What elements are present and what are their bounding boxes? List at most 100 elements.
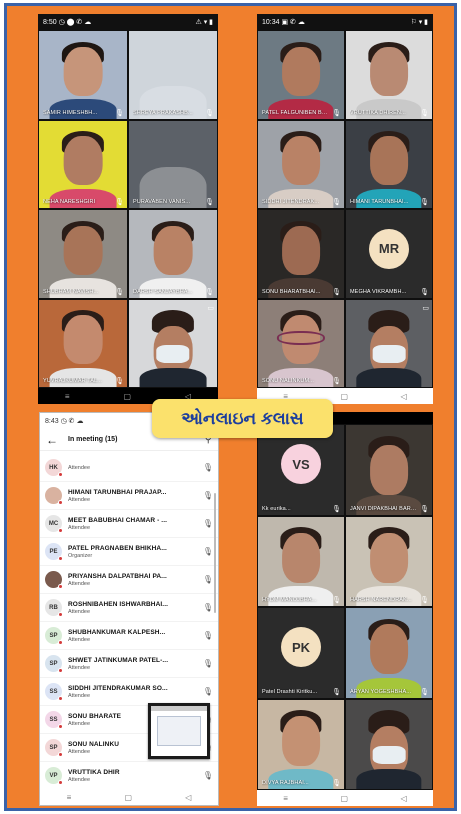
mic-muted-icon[interactable]: 🎙 [203, 491, 213, 500]
mic-muted-icon[interactable]: 🎙 [203, 575, 213, 584]
home-icon[interactable]: ▢ [123, 392, 131, 401]
participant-initials-avatar: PK [281, 627, 321, 668]
home-icon[interactable]: ▢ [340, 392, 348, 401]
participant-name: ARYAN YOGESHBHA... [350, 688, 412, 695]
presence-dot [58, 640, 63, 645]
participant-name: SONU BHARATBHAI... [262, 288, 321, 295]
video-tile[interactable]: VRUTTIKA DHIREN... 🎙 [345, 30, 433, 120]
android-nav-bar: ≡ ▢ ◁ [257, 790, 433, 806]
video-tile[interactable]: ▭ [345, 298, 433, 388]
participant-row[interactable]: PE PATEL PRAGNABEN BHIKHA... Organizer 🎙 [40, 538, 218, 566]
participant-name: HIMANI TARUNBHAI... [350, 199, 409, 205]
mic-icon: 🎙 [332, 199, 341, 206]
back-icon[interactable]: ◁ [401, 392, 407, 401]
participant-name: PURAVABEN VANIS... [133, 199, 191, 205]
video-tile[interactable] [345, 698, 433, 790]
mic-muted-icon[interactable]: 🎙 [203, 603, 213, 612]
video-tile[interactable]: DARSH SANJAYBHA... 🎙 [128, 209, 218, 299]
participant-avatar: SS [45, 711, 63, 729]
participant-text: MEET BABUBHAI CHAMAR - ... Attendee [68, 517, 199, 531]
video-tile[interactable]: MR MEGHA VIKRAMBH... 🎙 [345, 209, 433, 299]
mic-muted-icon[interactable]: 🎙 [203, 687, 213, 696]
video-tile[interactable]: ▭ [128, 298, 218, 388]
participant-avatar: SP [45, 627, 63, 645]
avatar-initials: MC [48, 520, 59, 527]
video-tile[interactable]: DIVYA RAJBHAI... 🎙 [257, 698, 345, 790]
status-icons: ▣ ✆ ☁ [281, 19, 305, 26]
presence-dot [58, 612, 63, 617]
video-tile[interactable]: SONU BHARATBHAI... 🎙 [257, 209, 345, 299]
home-icon[interactable]: ▢ [124, 793, 132, 802]
home-icon[interactable]: ▢ [340, 794, 348, 803]
video-grid-phone-bottom-right: VS Kk eurika... 🎙 JANVI DIPAKBHAI BARO..… [257, 412, 433, 806]
video-tile[interactable]: YUVRAJKUMAR TAL... 🎙 [38, 298, 128, 388]
participants-list-phone: 8:43 ◷ ✆ ☁ ⚠ ▾ ▮ ← In meeting (15) ⚲ HKA… [39, 412, 219, 806]
participant-avatar [45, 487, 63, 505]
participant-text: PRIYANSHA DALPATBHAI PA... Attendee [68, 573, 199, 587]
mic-icon: 🎙 [332, 288, 341, 296]
recents-icon[interactable]: ≡ [67, 793, 72, 802]
mic-muted-icon[interactable]: 🎙 [203, 771, 213, 780]
mic-muted-icon[interactable]: 🎙 [203, 463, 213, 472]
status-bar: 10:34 ▣ ✆ ☁ ⚐ ▾ ▮ [257, 14, 433, 30]
video-tile[interactable]: SHREYA PRAKASHB... 🎙 [128, 30, 218, 120]
participant-avatar: SP [45, 655, 63, 673]
participant-row[interactable]: PRIYANSHA DALPATBHAI PA... Attendee 🎙 [40, 566, 218, 594]
mic-muted-icon[interactable]: 🎙 [203, 547, 213, 556]
back-icon[interactable]: ◁ [401, 794, 407, 803]
video-tile[interactable]: HYDM MANOJBHA... 🎙 [257, 515, 345, 607]
recents-icon[interactable]: ≡ [65, 392, 70, 401]
participant-name: SIDDHI JITENDRAK... [262, 199, 320, 205]
status-icons: ◷ ⬤ ✆ ☁ [58, 19, 92, 26]
mic-muted-icon[interactable]: 🎙 [203, 631, 213, 640]
mic-icon: 🎙 [332, 505, 341, 513]
participant-role: Attendee [68, 776, 91, 783]
video-tile[interactable]: NEHA NARESHGIRI 🎙 [38, 119, 128, 209]
participant-row[interactable]: MC MEET BABUBHAI CHAMAR - ... Attendee 🎙 [40, 510, 218, 538]
mic-icon: 🎙 [420, 505, 429, 513]
participant-row[interactable]: HK Attendee 🎙 [40, 454, 218, 482]
participant-name: SAMIR HIMESHBH... [43, 109, 98, 116]
scrollbar[interactable] [214, 493, 216, 613]
participant-row[interactable]: SP SHUBHANKUMAR KALPESH... Attendee 🎙 [40, 622, 218, 650]
shared-screen-thumbnail[interactable] [148, 703, 210, 759]
back-arrow-icon[interactable]: ← [46, 433, 58, 447]
participant-row[interactable]: SS SIDDHI JITENDRAKUMAR SO... Attendee 🎙 [40, 678, 218, 706]
video-tile[interactable]: JANVI DIPAKBHAI BARO... 🎙 [345, 424, 433, 516]
participant-name: VRUTTIKA DHIR [68, 768, 120, 776]
video-tile[interactable]: SHUBHAM NAVISH... 🎙 [38, 209, 128, 299]
video-tile[interactable]: ARYAN YOGESHBHA... 🎙 [345, 607, 433, 699]
participant-name: YUVRAJKUMAR TAL... [43, 378, 103, 384]
video-tile[interactable]: SAMIR HIMESHBH... 🎙 [38, 30, 128, 120]
video-grid-phone-top-left: 8:50 ◷ ⬤ ✆ ☁ ⚠ ▾ ▮ SAMIR HIMESHBH... 🎙 S… [38, 14, 218, 404]
participant-role: Attendee [68, 664, 91, 671]
mic-icon: 🎙 [115, 288, 124, 296]
back-icon[interactable]: ◁ [185, 793, 191, 802]
participant-row[interactable]: HIMANI TARUNBHAI PRAJAP... Attendee 🎙 [40, 482, 218, 510]
video-grid-phone-top-right: 10:34 ▣ ✆ ☁ ⚐ ▾ ▮ PATEL FALGUNIBEN BHI..… [257, 14, 433, 404]
video-tile[interactable]: SONU NALINKUM... 🎙 [257, 298, 345, 388]
mic-muted-icon[interactable]: 🎙 [203, 519, 213, 528]
video-tile[interactable]: SIDDHI JITENDRAK... 🎙 [257, 119, 345, 209]
mic-icon: 🎙 [332, 780, 341, 787]
participant-row[interactable]: SP SHWET JATINKUMAR PATEL-... Attendee 🎙 [40, 650, 218, 678]
avatar-initials: VP [49, 772, 58, 779]
mic-muted-icon[interactable]: 🎙 [203, 659, 213, 668]
recents-icon[interactable]: ≡ [283, 794, 288, 803]
status-right-icons: ⚐ ▾ ▮ [410, 19, 428, 26]
video-tile[interactable]: PATEL FALGUNIBEN BHI... 🎙 [257, 30, 345, 120]
participant-name: HIMANI TARUNBHAI PRAJAP... [68, 488, 167, 496]
avatar-initials: SP [49, 632, 58, 639]
video-tile[interactable]: HARSH NARENDRAK... 🎙 [345, 515, 433, 607]
participant-role: Attendee [68, 465, 91, 471]
participant-text: Attendee [68, 464, 199, 471]
video-tile[interactable]: PURAVABEN VANIS... 🎙 [128, 119, 218, 209]
participant-text: SHUBHANKUMAR KALPESH... Attendee [68, 629, 199, 643]
participant-avatar: VP [45, 767, 63, 785]
video-tile[interactable]: PK Patel Drashti Kiritku... 🎙 [257, 607, 345, 699]
participant-row[interactable]: RB ROSHNIBAHEN ISHWARBHAI... Attendee 🎙 [40, 594, 218, 622]
participant-row[interactable]: VP VRUTTIKA DHIR Attendee 🎙 [40, 762, 218, 789]
participant-name: SHUBHANKUMAR KALPESH... [68, 628, 166, 636]
presence-dot [58, 584, 63, 589]
video-tile[interactable]: HIMANI TARUNBHAI... 🎙 [345, 119, 433, 209]
